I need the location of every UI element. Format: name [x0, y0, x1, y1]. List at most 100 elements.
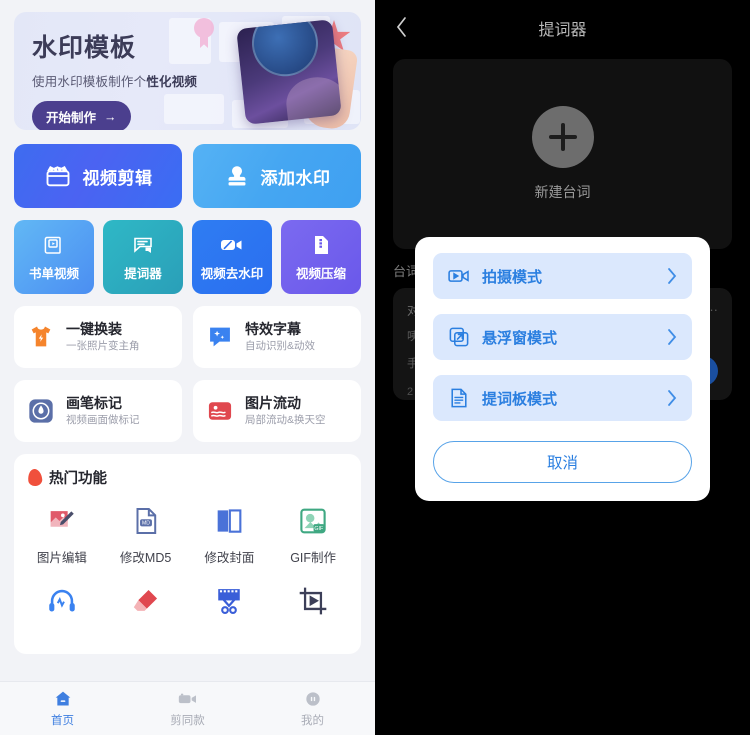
option-record-mode-label: 拍摄模式: [482, 268, 543, 286]
effect-subtitle-subtitle: 自动识别&动效: [245, 340, 316, 353]
brush-mark-title: 画笔标记: [66, 394, 122, 411]
outfit-change-subtitle: 一张照片变主角: [66, 340, 140, 353]
hot-functions-header: 热门功能: [14, 467, 361, 488]
video-camera-icon: [176, 689, 200, 709]
photo-motion-title: 图片流动: [245, 394, 301, 411]
feature-card-row-2: 画笔标记 视频画面做标记 图片流动 局部流动&换天空: [14, 380, 361, 442]
audio-extract-icon: [45, 584, 79, 618]
teleprompter-label: 提词器: [124, 266, 162, 281]
remove-watermark-label: 视频去水印: [200, 266, 264, 281]
home-scroll-area: 水印模板 使用水印模板制作个性化视频 开始制作 → 视频剪辑 添加水印 书单视频…: [0, 12, 375, 735]
md5-modify-item[interactable]: MD 修改MD5: [104, 504, 188, 566]
teleprompter-header: 提词器: [375, 0, 750, 55]
hot-functions-section: 热门功能 图片编辑 MD 修改MD5 修改封面 GIF GIF制作: [14, 454, 361, 654]
gif-maker-item[interactable]: GIF GIF制作: [271, 504, 355, 566]
magic-subtitle-icon: [205, 322, 235, 352]
left-phone-screen: 水印模板 使用水印模板制作个性化视频 开始制作 → 视频剪辑 添加水印 书单视频…: [0, 0, 375, 735]
tab-profile[interactable]: 我的: [250, 689, 375, 728]
chevron-left-icon: [395, 16, 409, 38]
remove-watermark-button[interactable]: 视频去水印: [192, 220, 272, 294]
video-edit-label: 视频剪辑: [82, 168, 153, 188]
banner-subtitle-plain: 使用水印模板制作个: [32, 75, 147, 89]
tab-home[interactable]: 首页: [0, 689, 125, 728]
effect-subtitle-text: 特效字幕 自动识别&动效: [245, 321, 315, 354]
effect-subtitle-title: 特效字幕: [245, 320, 301, 337]
crop-icon: [296, 584, 330, 618]
brush-mark-card[interactable]: 画笔标记 视频画面做标记: [14, 380, 182, 442]
mini-button-row: 书单视频 提词器 视频去水印 视频压缩: [14, 220, 361, 294]
option-float-window-label: 悬浮窗模式: [482, 329, 558, 347]
crop-item[interactable]: [271, 584, 355, 627]
outfit-change-card[interactable]: 一键换装 一张照片变主角: [14, 306, 182, 368]
audio-extract-item[interactable]: [20, 584, 104, 627]
option-prompt-board-label: 提词板模式: [482, 390, 558, 408]
video-edit-button[interactable]: 视频剪辑: [14, 144, 182, 208]
option-float-window-mode[interactable]: 悬浮窗模式: [433, 314, 692, 360]
home-icon: [52, 689, 74, 709]
image-edit-icon: [45, 504, 79, 538]
photo-motion-text: 图片流动 局部流动&换天空: [245, 395, 326, 428]
gif-maker-icon: GIF: [296, 504, 330, 538]
video-cut-icon: [212, 584, 246, 618]
tab-home-label: 首页: [51, 715, 74, 727]
video-remove-watermark-icon: [219, 233, 245, 257]
hot-functions-grid: 图片编辑 MD 修改MD5 修改封面 GIF GIF制作: [14, 488, 361, 627]
right-phone-screen: 提词器 新建台词 台词 对 咦 手 2 ··· 拍摄模式 悬浮窗模式 提词板模式…: [375, 0, 750, 735]
float-window-icon: [447, 326, 471, 348]
option-record-mode[interactable]: 拍摄模式: [433, 253, 692, 299]
outfit-change-text: 一键换装 一张照片变主角: [66, 321, 140, 354]
video-compress-button[interactable]: 视频压缩: [281, 220, 361, 294]
banner-text-block: 水印模板 使用水印模板制作个性化视频 开始制作 →: [32, 28, 197, 130]
brush-mark-text: 画笔标记 视频画面做标记: [66, 395, 140, 428]
effect-subtitle-card[interactable]: 特效字幕 自动识别&动效: [193, 306, 361, 368]
tab-template[interactable]: 剪同款: [125, 689, 250, 728]
video-record-icon: [447, 265, 471, 287]
md5-file-icon: MD: [129, 504, 163, 538]
option-prompt-board-mode[interactable]: 提词板模式: [433, 375, 692, 421]
watermark-template-banner[interactable]: 水印模板 使用水印模板制作个性化视频 开始制作 →: [14, 12, 361, 130]
start-create-button[interactable]: 开始制作 →: [32, 101, 131, 130]
stamp-icon: [224, 162, 250, 190]
cover-book-icon: [212, 504, 246, 538]
banner-subtitle: 使用水印模板制作个性化视频: [32, 71, 197, 90]
start-create-label: 开始制作: [46, 111, 97, 125]
gif-maker-label: GIF制作: [290, 551, 337, 565]
add-watermark-button[interactable]: 添加水印: [193, 144, 361, 208]
photo-motion-icon: [205, 396, 235, 426]
compress-file-icon: [310, 233, 332, 257]
photo-motion-card[interactable]: 图片流动 局部流动&换天空: [193, 380, 361, 442]
add-watermark-label: 添加水印: [260, 168, 331, 188]
image-edit-label: 图片编辑: [36, 551, 87, 565]
cover-modify-item[interactable]: 修改封面: [188, 504, 272, 566]
eraser-icon: [129, 584, 163, 618]
book-video-button[interactable]: 书单视频: [14, 220, 94, 294]
chevron-right-icon: [666, 389, 678, 407]
film-clapper-icon: [44, 162, 72, 190]
photo-motion-subtitle: 局部流动&换天空: [245, 414, 326, 427]
phone-preview-image: [236, 19, 342, 125]
tshirt-icon: [26, 322, 56, 352]
teleprompter-button[interactable]: 提词器: [103, 220, 183, 294]
svg-text:GIF: GIF: [314, 526, 324, 532]
cover-modify-label: 修改封面: [204, 551, 255, 565]
video-cut-item[interactable]: [188, 584, 272, 627]
eraser-item[interactable]: [104, 584, 188, 627]
plus-circle-icon: [531, 106, 594, 168]
chevron-right-icon: [666, 328, 678, 346]
flame-icon: [28, 469, 42, 486]
svg-text:MD: MD: [142, 521, 150, 527]
page-title: 提词器: [538, 21, 587, 39]
back-button[interactable]: [389, 14, 415, 40]
mode-selection-modal: 拍摄模式 悬浮窗模式 提词板模式 取消: [415, 237, 710, 501]
arrow-right-icon: →: [104, 109, 117, 124]
feature-card-row-1: 一键换装 一张照片变主角 特效字幕 自动识别&动效: [14, 306, 361, 368]
primary-button-row: 视频剪辑 添加水印: [14, 144, 361, 208]
new-script-card[interactable]: 新建台词: [393, 59, 732, 249]
video-compress-label: 视频压缩: [295, 266, 346, 281]
cancel-button-label: 取消: [546, 455, 578, 472]
cancel-button[interactable]: 取消: [433, 441, 692, 483]
document-lines-icon: [447, 387, 471, 409]
outfit-change-title: 一键换装: [66, 320, 122, 337]
brush-mark-icon: [26, 396, 56, 426]
image-edit-item[interactable]: 图片编辑: [20, 504, 104, 566]
